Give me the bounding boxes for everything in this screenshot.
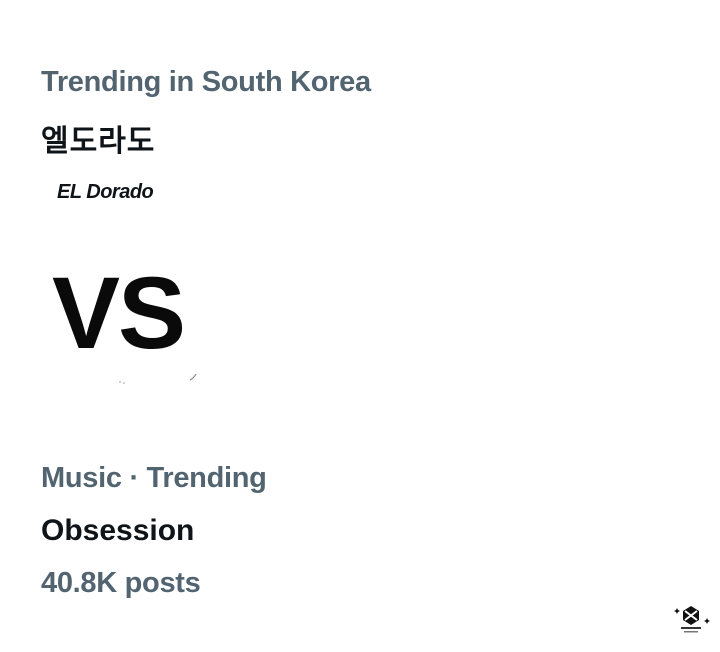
trend-2-context: Music · Trending <box>41 462 267 494</box>
overlay-specks <box>119 373 197 384</box>
trend-2-post-count: 40.8K posts <box>41 567 201 599</box>
trend-2-title[interactable]: Obsession <box>41 514 194 548</box>
vs-overlay-text: VS <box>52 256 186 370</box>
trend-1-context: Trending in South Korea <box>41 66 371 98</box>
fan-logo-icon <box>674 606 710 633</box>
caption-label: EL Dorado <box>57 181 154 203</box>
trend-1-title[interactable]: 엘도라도 <box>41 116 155 160</box>
